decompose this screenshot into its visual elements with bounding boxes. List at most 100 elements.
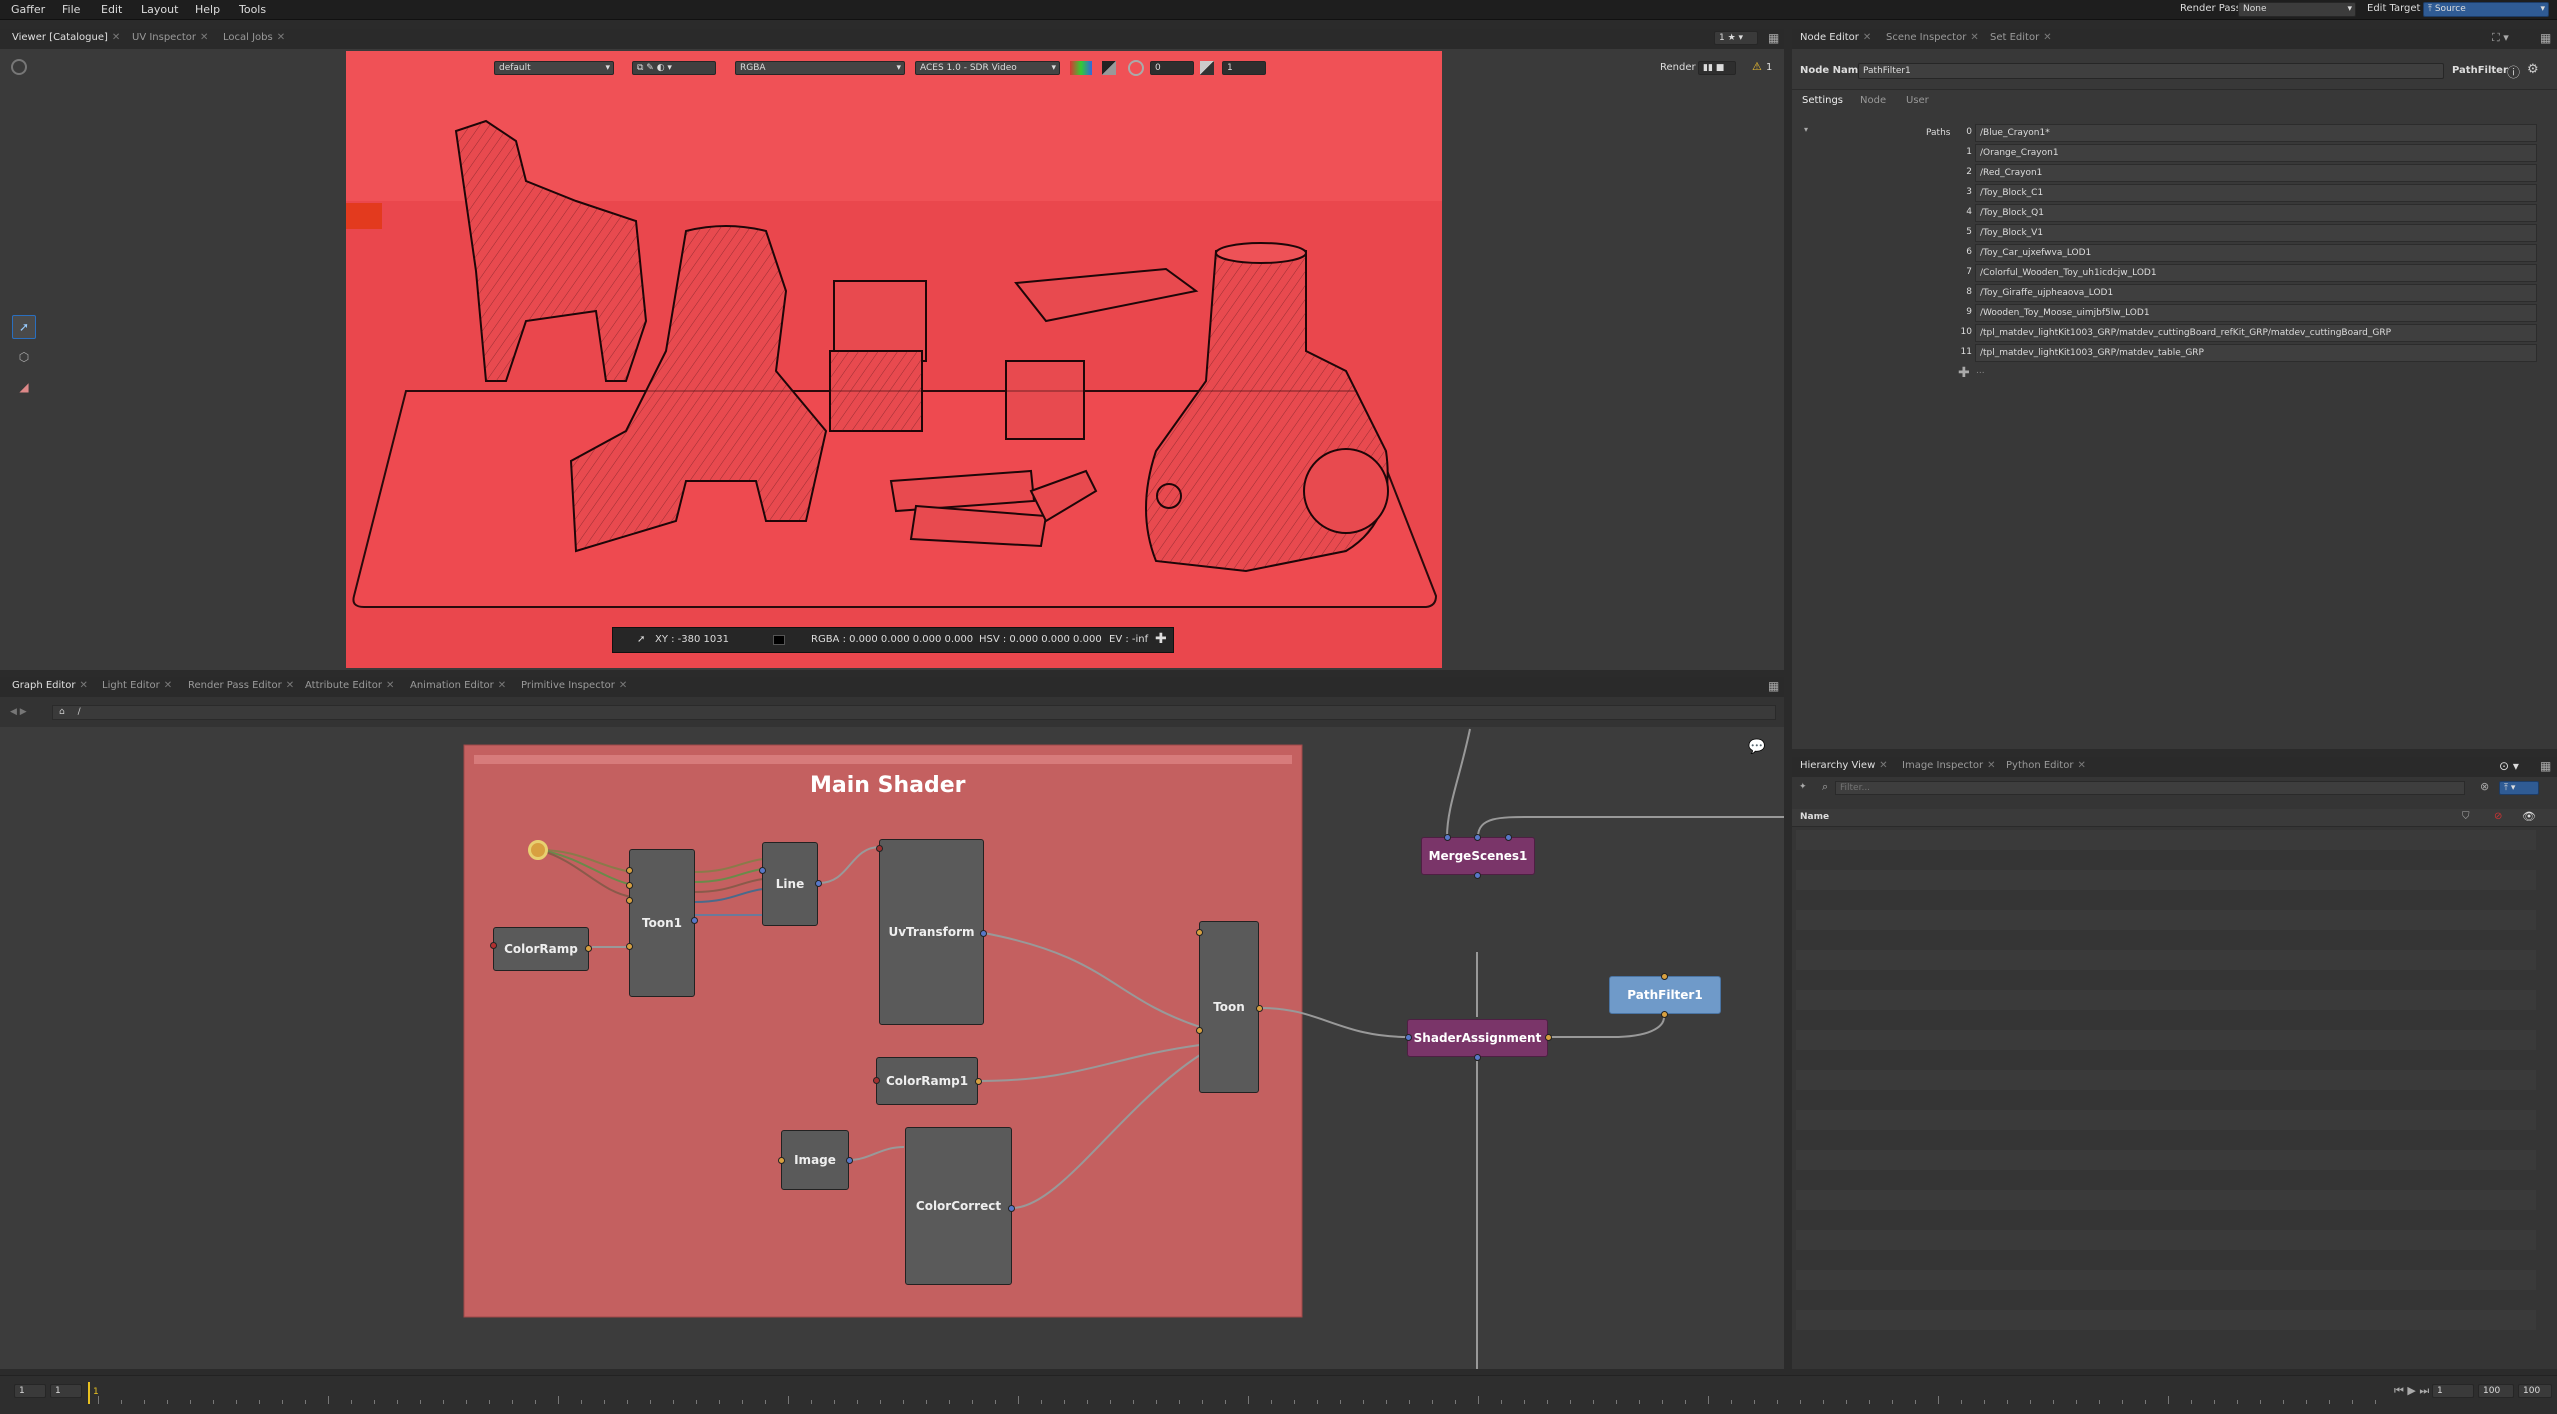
plug[interactable]: [1505, 834, 1512, 841]
path-row[interactable]: /tpl_matdev_lightKit1003_GRP/matdev_cutt…: [1975, 324, 2537, 342]
tab-local-jobs[interactable]: Local Jobs ✕: [223, 32, 285, 43]
plug[interactable]: [1661, 1011, 1668, 1018]
plug[interactable]: [1474, 1054, 1481, 1061]
node-line[interactable]: Line: [762, 842, 818, 926]
path-row[interactable]: /Toy_Block_V1: [1975, 224, 2537, 242]
tab-render-pass-editor[interactable]: Render Pass Editor ✕: [188, 680, 294, 691]
tab-image-inspector[interactable]: Image Inspector ✕: [1902, 760, 1996, 771]
tab-user[interactable]: User: [1906, 95, 1929, 106]
plug[interactable]: [1474, 834, 1481, 841]
plug[interactable]: [980, 930, 987, 937]
node-pathfilter1[interactable]: PathFilter1: [1609, 976, 1721, 1014]
menu-tools[interactable]: Tools: [239, 3, 266, 16]
add-path-icon[interactable]: ✚: [1958, 365, 1970, 381]
path-row[interactable]: /Toy_Giraffe_ujpheaova_LOD1: [1975, 284, 2537, 302]
tab-node-editor[interactable]: Node Editor ✕: [1800, 32, 1871, 43]
node-editor-menu-icon[interactable]: ⛶ ▾: [2492, 31, 2509, 45]
plug[interactable]: [626, 943, 633, 950]
node-uvtransform[interactable]: UvTransform: [879, 839, 984, 1025]
plug[interactable]: [1474, 872, 1481, 879]
panel-layout-icon[interactable]: ▦: [2540, 759, 2551, 773]
tab-set-editor[interactable]: Set Editor ✕: [1990, 32, 2052, 43]
plug[interactable]: [626, 897, 633, 904]
menu-file[interactable]: File: [62, 3, 80, 16]
node-colorcorrect[interactable]: ColorCorrect: [905, 1127, 1012, 1285]
inclusion-icon[interactable]: ⛉: [2462, 811, 2470, 822]
backdrop-title[interactable]: Main Shader: [810, 773, 965, 798]
panel-layout-icon[interactable]: ▦: [2540, 31, 2551, 45]
crop-tool-icon[interactable]: ◢: [12, 375, 36, 399]
tab-python-editor[interactable]: Python Editor ✕: [2006, 760, 2086, 771]
tab-hierarchy-view[interactable]: Hierarchy View ✕: [1800, 760, 1888, 771]
plug[interactable]: [876, 845, 883, 852]
panel-layout-icon[interactable]: ▦: [1768, 31, 1779, 45]
path-row[interactable]: /Toy_Car_ujxefwva_LOD1: [1975, 244, 2537, 262]
plug[interactable]: [691, 917, 698, 924]
start-frame-field[interactable]: 1: [14, 1384, 46, 1398]
tab-primitive-inspector[interactable]: Primitive Inspector ✕: [521, 680, 627, 691]
plug[interactable]: [1545, 1034, 1552, 1041]
plug[interactable]: [815, 880, 822, 887]
panel-layout-icon[interactable]: ▦: [1768, 679, 1779, 693]
plug[interactable]: [626, 882, 633, 889]
plug[interactable]: [1661, 973, 1668, 980]
clipping-icon[interactable]: [1102, 61, 1116, 75]
tab-graph-editor[interactable]: Graph Editor ✕: [12, 680, 88, 691]
focus-icon[interactable]: ⊙ ▾: [2499, 759, 2519, 773]
tab-scene-inspector[interactable]: Scene Inspector ✕: [1886, 32, 1979, 43]
playhead[interactable]: [88, 1382, 90, 1404]
filter-mode-dropdown[interactable]: ⤒ ▾: [2499, 781, 2539, 795]
tab-viewer[interactable]: Viewer [Catalogue] ✕: [12, 32, 120, 43]
plug[interactable]: [975, 1078, 982, 1085]
path-row[interactable]: /tpl_matdev_lightKit1003_GRP/matdev_tabl…: [1975, 344, 2537, 362]
path-row[interactable]: /Toy_Block_C1: [1975, 184, 2537, 202]
exclusion-icon[interactable]: ⊘: [2494, 811, 2502, 822]
translate-tool-icon[interactable]: ⬡: [12, 345, 36, 369]
plug[interactable]: [585, 945, 592, 952]
clear-icon[interactable]: ⊗: [2480, 780, 2489, 793]
menu-gaffer[interactable]: Gaffer: [11, 3, 45, 16]
plug[interactable]: [1008, 1205, 1015, 1212]
display-dropdown[interactable]: default ▾: [494, 61, 614, 75]
menu-layout[interactable]: Layout: [141, 3, 178, 16]
end-frame-field[interactable]: 100: [2518, 1384, 2552, 1398]
node-toon[interactable]: Toon: [1199, 921, 1259, 1093]
expand-icon[interactable]: ✦: [1799, 782, 1807, 792]
channel-mask-icon[interactable]: [1070, 61, 1092, 75]
plug[interactable]: [778, 1157, 785, 1164]
exposure-field[interactable]: 0: [1150, 61, 1194, 75]
add-icon[interactable]: ✚: [1155, 631, 1167, 647]
path-row[interactable]: /Blue_Crayon1*: [1975, 124, 2537, 142]
path-row[interactable]: /Toy_Block_Q1: [1975, 204, 2537, 222]
path-row[interactable]: /Wooden_Toy_Moose_uimjbf5lw_LOD1: [1975, 304, 2537, 322]
frame-slider[interactable]: 1: [88, 1382, 2388, 1404]
node-colorramp[interactable]: ColorRamp: [493, 927, 589, 971]
draw-mode-buttons[interactable]: ⧉ ✎ ◐ ▾: [632, 61, 716, 75]
node-shaderassignment[interactable]: ShaderAssignment: [1407, 1019, 1548, 1057]
colorspace-dropdown[interactable]: ACES 1.0 - SDR Video ▾: [915, 61, 1060, 75]
plug[interactable]: [1196, 929, 1203, 936]
info-icon[interactable]: ⓘ: [2507, 62, 2520, 81]
viewer-layout-menu[interactable]: 1 ★ ▾: [1714, 31, 1758, 45]
plug[interactable]: [759, 867, 766, 874]
selection-mode-icon[interactable]: [11, 59, 27, 75]
render-image[interactable]: [346, 51, 1442, 668]
warning-icon[interactable]: ⚠: [1752, 60, 1762, 73]
plug[interactable]: [1256, 1005, 1263, 1012]
render-controls[interactable]: ▮▮ ■: [1698, 61, 1736, 75]
playback-end-field[interactable]: 100: [2478, 1384, 2514, 1398]
tab-animation-editor[interactable]: Animation Editor ✕: [410, 680, 506, 691]
plug[interactable]: [1405, 1034, 1412, 1041]
plug[interactable]: [626, 867, 633, 874]
gamma-field[interactable]: 1: [1222, 61, 1266, 75]
tab-light-editor[interactable]: Light Editor ✕: [102, 680, 172, 691]
path-row[interactable]: /Colorful_Wooden_Toy_uh1icdcjw_LOD1: [1975, 264, 2537, 282]
menu-edit[interactable]: Edit: [101, 3, 122, 16]
plug[interactable]: [1196, 1027, 1203, 1034]
channels-dropdown[interactable]: RGBA ▾: [735, 61, 905, 75]
tab-node[interactable]: Node: [1860, 95, 1886, 106]
plug[interactable]: [490, 942, 497, 949]
node-mergescenes1[interactable]: MergeScenes1: [1421, 837, 1535, 875]
current-frame-field[interactable]: 1: [2432, 1384, 2474, 1398]
playback-controls-icon[interactable]: ⏮ ▶ ⏭: [2394, 1384, 2429, 1398]
